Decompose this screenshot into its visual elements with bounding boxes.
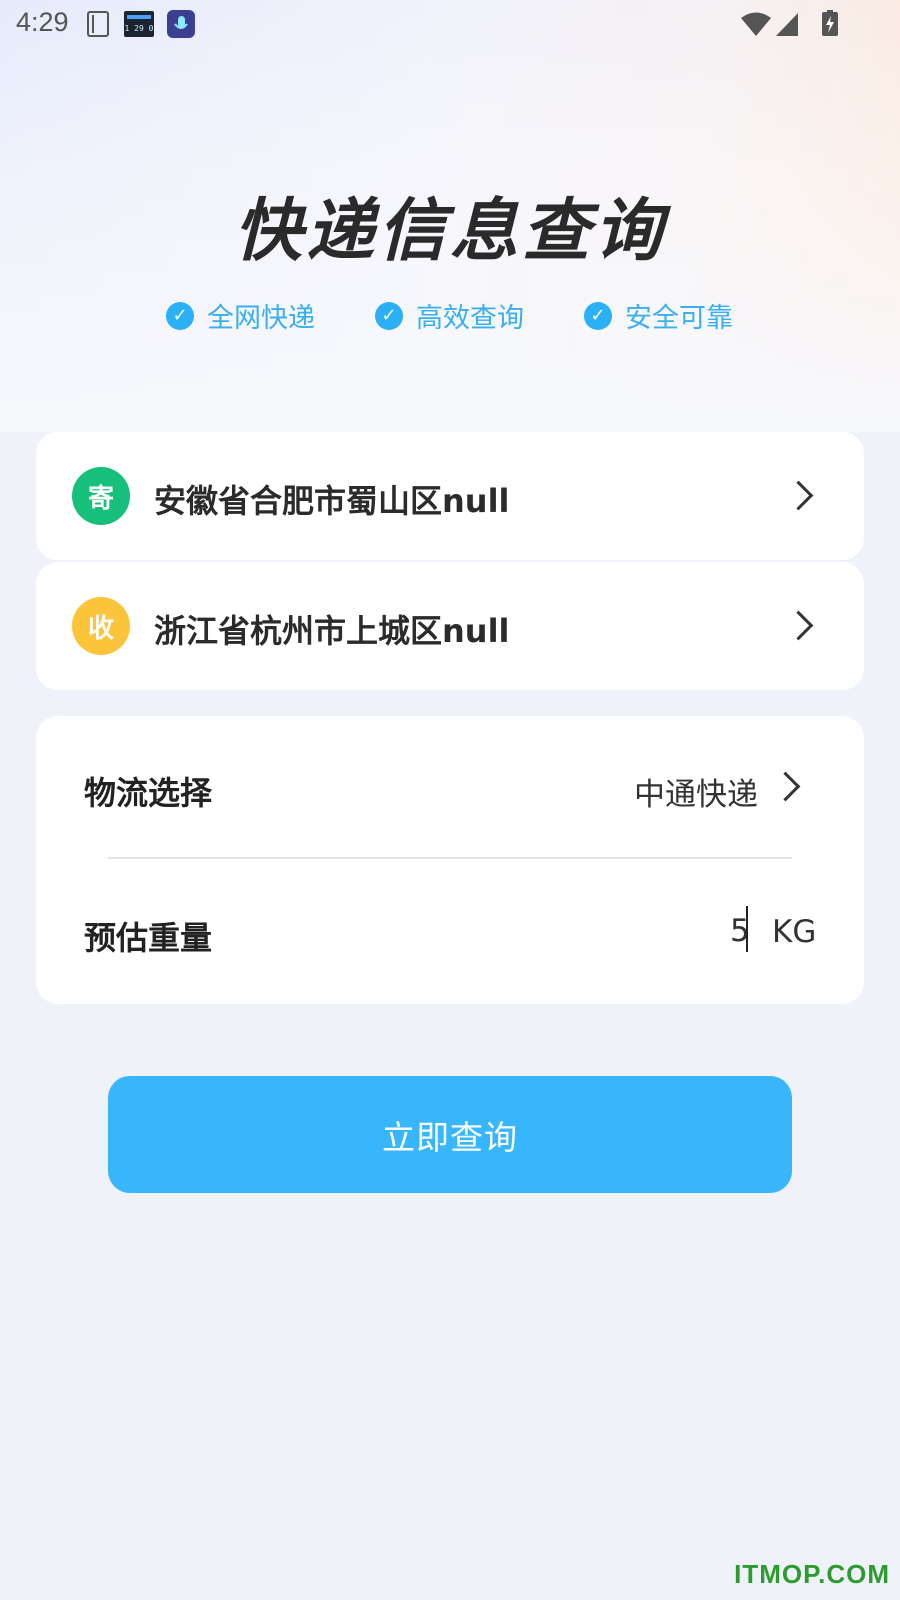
sim-card-icon — [84, 10, 112, 38]
feature-label: 安全可靠 — [625, 303, 733, 334]
microphone-app-icon — [167, 10, 195, 38]
clock-widget-icon: 11 29 03 — [120, 10, 158, 38]
carrier-label: 物流选择 — [84, 774, 213, 812]
status-time: 4:29 — [16, 7, 69, 37]
check-circle-icon: ✓ — [375, 301, 403, 330]
feature-item: ✓ 全网快递 — [166, 296, 315, 335]
status-bar: 4:29 11 29 03 — [0, 0, 900, 48]
watermark: ITMOP.COM — [734, 1559, 890, 1589]
check-circle-icon: ✓ — [584, 301, 612, 330]
check-circle-icon: ✓ — [166, 301, 194, 330]
sender-badge: 寄 — [72, 467, 130, 525]
feature-label: 高效查询 — [416, 303, 524, 334]
carrier-select-row[interactable]: 物流选择 中通快递 — [36, 716, 864, 856]
weight-label: 预估重量 — [84, 919, 213, 957]
sender-address-row[interactable]: 寄 安徽省合肥市蜀山区null — [36, 432, 864, 560]
text-cursor — [746, 906, 748, 952]
divider — [108, 857, 792, 859]
sender-address: 安徽省合肥市蜀山区null — [154, 482, 510, 520]
feature-item: ✓ 安全可靠 — [584, 296, 733, 335]
weight-unit: KG — [772, 914, 817, 950]
battery-charging-icon — [822, 10, 838, 38]
receiver-badge: 收 — [72, 597, 130, 655]
chevron-right-icon — [783, 480, 814, 511]
chevron-right-icon — [770, 771, 801, 802]
page-title: 快递信息查询 — [233, 192, 666, 271]
carrier-value: 中通快递 — [634, 777, 758, 813]
receiver-address: 浙江省杭州市上城区null — [154, 612, 510, 650]
cellular-signal-icon — [774, 10, 800, 38]
feature-list: ✓ 全网快递 ✓ 高效查询 ✓ 安全可靠 — [0, 296, 900, 336]
svg-text:11 29 03: 11 29 03 — [124, 24, 154, 33]
receiver-address-row[interactable]: 收 浙江省杭州市上城区null — [36, 562, 864, 690]
feature-item: ✓ 高效查询 — [375, 296, 524, 335]
shipment-options-card: 物流选择 中通快递 预估重量 5 KG — [36, 716, 864, 1004]
query-button[interactable]: 立即查询 — [108, 1076, 792, 1193]
chevron-right-icon — [783, 610, 814, 641]
feature-label: 全网快递 — [207, 303, 315, 334]
wifi-icon — [740, 10, 772, 38]
